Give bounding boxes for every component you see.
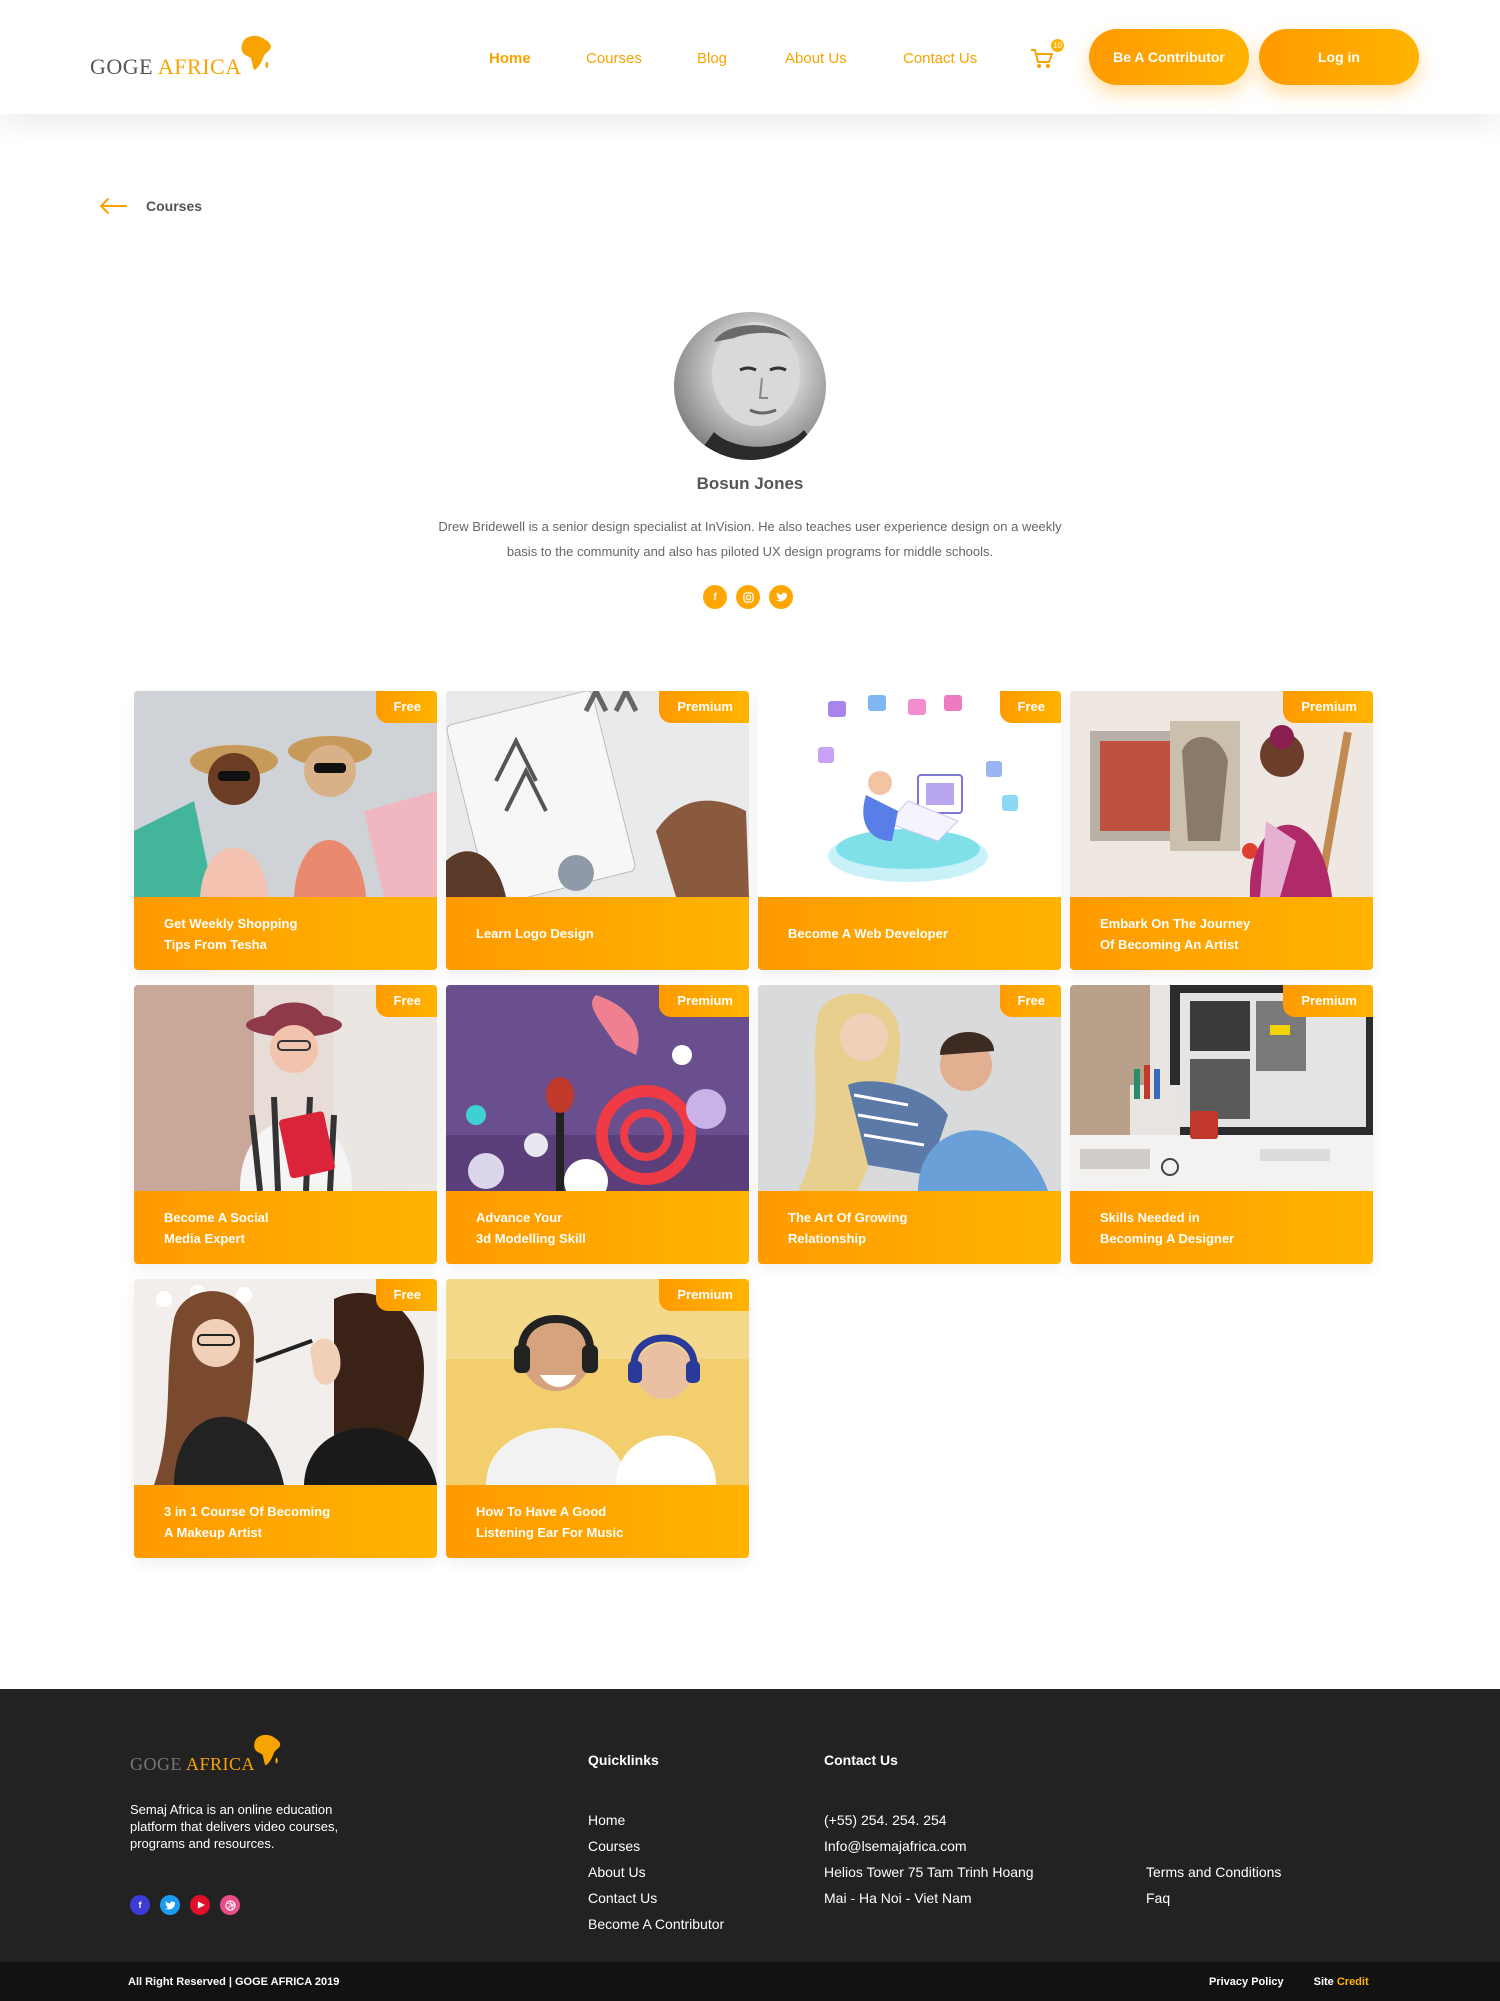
course-card[interactable]: Free The Art Of Growing Relationship <box>758 985 1061 1264</box>
youtube-icon[interactable] <box>190 1895 210 1915</box>
premium-badge: Premium <box>659 985 749 1017</box>
footer-about-text: Semaj Africa is an online education plat… <box>130 1802 339 1851</box>
footer-link-become-contributor[interactable]: Become A Contributor <box>588 1911 724 1937</box>
twitter-icon[interactable] <box>160 1895 180 1915</box>
course-title: Embark On The Journey Of Becoming An Art… <box>1100 915 1251 952</box>
course-card[interactable]: Free Become A Web Developer <box>758 691 1061 970</box>
free-badge: Free <box>999 985 1061 1017</box>
nav-contact-us[interactable]: Contact Us <box>903 50 977 67</box>
bottom-links: Privacy Policy Site Credit <box>1209 1976 1369 1988</box>
free-badge: Free <box>375 1279 437 1311</box>
arrow-left-icon <box>100 198 127 214</box>
course-title-bar: Learn Logo Design <box>446 897 749 970</box>
contact-details: (+55) 254. 254. 254 Info@lsemajafrica.co… <box>824 1807 1034 1911</box>
course-title-bar: 3 in 1 Course Of Becoming A Makeup Artis… <box>134 1485 437 1558</box>
premium-badge: Premium <box>1283 691 1373 723</box>
footer-link-home[interactable]: Home <box>588 1807 724 1833</box>
free-badge: Free <box>999 691 1061 723</box>
brand-name: GOGE AFRICA <box>90 54 242 79</box>
course-title-bar: Skills Needed in Becoming A Designer <box>1070 1191 1373 1264</box>
free-badge: Free <box>375 691 437 723</box>
contact-phone[interactable]: (+55) 254. 254. 254 <box>824 1807 1034 1833</box>
breadcrumb-label: Courses <box>146 198 203 214</box>
nav-home[interactable]: Home <box>489 50 531 67</box>
site-credit-link[interactable]: Site Credit <box>1314 1976 1369 1988</box>
course-title-bar: How To Have A Good Listening Ear For Mus… <box>446 1485 749 1558</box>
africa-map-icon <box>254 1734 281 1766</box>
course-title: The Art Of Growing Relationship <box>788 1209 908 1246</box>
faq-link[interactable]: Faq <box>1146 1885 1281 1911</box>
nav-about-us[interactable]: About Us <box>785 50 847 67</box>
course-title: How To Have A Good Listening Ear For Mus… <box>476 1503 624 1540</box>
privacy-policy-link[interactable]: Privacy Policy <box>1209 1976 1284 1988</box>
footer-link-contact-us[interactable]: Contact Us <box>588 1885 724 1911</box>
nav-blog[interactable]: Blog <box>697 50 727 67</box>
contact-title: Contact Us <box>824 1752 898 1768</box>
contact-email[interactable]: Info@lsemajafrica.com <box>824 1833 1034 1859</box>
course-card[interactable]: Free 3 in 1 Course Of Becoming A Makeup … <box>134 1279 437 1558</box>
footer-link-courses[interactable]: Courses <box>588 1833 724 1859</box>
course-title: 3 in 1 Course Of Becoming A Makeup Artis… <box>164 1503 331 1540</box>
africa-map-icon <box>241 35 271 71</box>
course-card[interactable]: Premium How To Have A Good Listening Ear… <box>446 1279 749 1558</box>
site-header: GOGE AFRICA Home Courses Blog About Us C… <box>0 0 1500 114</box>
course-card[interactable]: Free Get Weekly Shopping Tips From Tesha <box>134 691 437 970</box>
portrait-image <box>694 322 826 460</box>
footer-social-links: f <box>130 1895 240 1915</box>
instructor-avatar <box>674 312 826 460</box>
course-card[interactable]: Premium Embark On The Journey Of Becomin… <box>1070 691 1373 970</box>
footer-link-about-us[interactable]: About Us <box>588 1859 724 1885</box>
free-badge: Free <box>375 985 437 1017</box>
course-title: Become A Social Media Expert <box>164 1209 269 1246</box>
course-title-bar: Become A Social Media Expert <box>134 1191 437 1264</box>
contact-address-line1: Helios Tower 75 Tam Trinh Hoang <box>824 1864 1034 1880</box>
quicklinks-title: Quicklinks <box>588 1752 659 1768</box>
instructor-name: Bosun Jones <box>696 474 804 493</box>
instructor-bio: Drew Bridewell is a senior design specia… <box>438 519 1062 559</box>
login-button[interactable]: Log in <box>1259 29 1419 85</box>
facebook-icon[interactable]: f <box>703 585 727 609</box>
course-title: Become A Web Developer <box>788 926 948 941</box>
course-card[interactable]: Premium Advance Your 3d Modelling Skill <box>446 985 749 1264</box>
legal-links: Terms and Conditions Faq <box>1146 1859 1281 1911</box>
footer-brand-name: GOGE AFRICA <box>130 1754 256 1774</box>
facebook-icon[interactable]: f <box>130 1895 150 1915</box>
premium-badge: Premium <box>1283 985 1373 1017</box>
instagram-icon[interactable] <box>736 585 760 609</box>
copyright-text: All Right Reserved | GOGE AFRICA 2019 <box>128 1976 340 1988</box>
be-a-contributor-button[interactable]: Be A Contributor <box>1089 29 1249 85</box>
course-title-bar: The Art Of Growing Relationship <box>758 1191 1061 1264</box>
instructor-social-links: f <box>703 585 793 609</box>
course-title: Advance Your 3d Modelling Skill <box>476 1209 586 1246</box>
contact-address-line2: Mai - Ha Noi - Viet Nam <box>824 1890 972 1906</box>
course-card[interactable]: Premium Learn Logo Design <box>446 691 749 970</box>
bottom-bar: All Right Reserved | GOGE AFRICA 2019 Pr… <box>0 1962 1500 2001</box>
premium-badge: Premium <box>659 1279 749 1311</box>
quicklinks-list: Home Courses About Us Contact Us Become … <box>588 1807 724 1937</box>
premium-badge: Premium <box>659 691 749 723</box>
dribbble-icon[interactable] <box>220 1895 240 1915</box>
course-title-bar: Advance Your 3d Modelling Skill <box>446 1191 749 1264</box>
twitter-icon[interactable] <box>769 585 793 609</box>
nav-courses[interactable]: Courses <box>586 50 642 67</box>
back-to-courses[interactable]: Courses <box>98 196 202 216</box>
course-title: Get Weekly Shopping Tips From Tesha <box>164 915 298 952</box>
site-footer: GOGE AFRICA Semaj Africa is an online ed… <box>0 1689 1500 1962</box>
cart-count-badge: 10 <box>1051 39 1064 52</box>
cart-icon[interactable] <box>1030 48 1054 70</box>
brand-logo[interactable]: GOGE AFRICA <box>90 34 274 80</box>
course-card[interactable]: Free Become A Social Media Expert <box>134 985 437 1264</box>
course-card[interactable]: Premium Skills Needed in Becoming A Desi… <box>1070 985 1373 1264</box>
footer-logo[interactable]: GOGE AFRICA <box>130 1733 283 1775</box>
course-title: Learn Logo Design <box>476 926 594 941</box>
course-title-bar: Embark On The Journey Of Becoming An Art… <box>1070 897 1373 970</box>
course-title-bar: Get Weekly Shopping Tips From Tesha <box>134 897 437 970</box>
course-title-bar: Become A Web Developer <box>758 897 1061 970</box>
terms-link[interactable]: Terms and Conditions <box>1146 1859 1281 1885</box>
course-title: Skills Needed in Becoming A Designer <box>1100 1209 1235 1246</box>
